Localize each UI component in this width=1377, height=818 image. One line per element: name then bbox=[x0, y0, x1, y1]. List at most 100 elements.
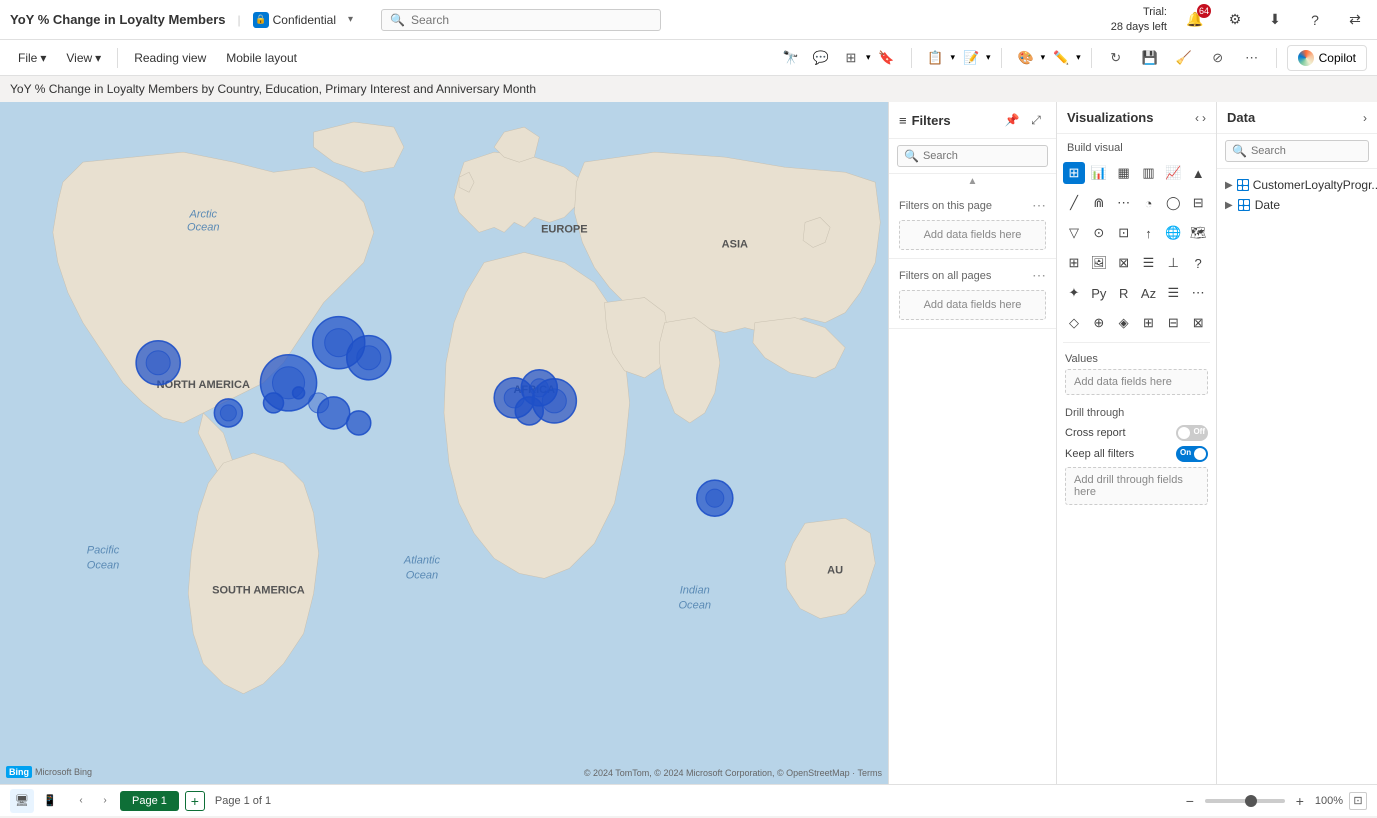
viz-icon-r[interactable]: R bbox=[1113, 282, 1135, 304]
eraser-btn[interactable]: 🧹 bbox=[1170, 44, 1198, 72]
format-dropdown[interactable]: ✏️▾ bbox=[1047, 44, 1081, 72]
viz-icon-area[interactable]: ▲ bbox=[1187, 162, 1209, 184]
viz-icon-map[interactable]: 🌐 bbox=[1162, 222, 1184, 244]
insert-dropdown[interactable]: ⊞▾ bbox=[837, 44, 871, 72]
viz-icon-bar[interactable]: 📊 bbox=[1088, 162, 1110, 184]
cross-report-toggle[interactable]: Off bbox=[1176, 425, 1208, 441]
paste-dropdown[interactable]: 📋▾ bbox=[922, 44, 956, 72]
viz-expand-right[interactable]: › bbox=[1202, 111, 1206, 125]
zoom-controls: − + 100% ⊡ bbox=[1181, 792, 1367, 810]
notification-btn[interactable]: 🔔 64 bbox=[1183, 8, 1207, 32]
viz-icon-qna[interactable]: ? bbox=[1187, 252, 1209, 274]
ribbon-right: 🔭 💬 ⊞▾ 🔖 📋▾ 📝▾ 🎨▾ ✏️▾ ↻ bbox=[777, 44, 1367, 72]
viz-icon-multirow[interactable]: ☰ bbox=[1138, 252, 1160, 274]
filter-search-box[interactable]: 🔍 bbox=[897, 145, 1048, 167]
data-item-customer[interactable]: ▶ CustomerLoyaltyProgr... bbox=[1217, 175, 1377, 195]
viz-icon-py[interactable]: Py bbox=[1088, 282, 1110, 304]
add-page-btn[interactable]: + bbox=[185, 791, 205, 811]
comment-btn[interactable]: 💬 bbox=[807, 44, 835, 72]
mobile-layout-btn[interactable]: Mobile layout bbox=[218, 47, 305, 69]
viz-icon-treemap[interactable]: ⊟ bbox=[1187, 192, 1209, 214]
viz-icon-ribbon[interactable]: ⋒ bbox=[1088, 192, 1110, 214]
viz-icon-decomp[interactable]: ⊥ bbox=[1162, 252, 1184, 274]
viz-icon-extra6[interactable]: ⊠ bbox=[1187, 312, 1209, 334]
reading-view-btn[interactable]: Reading view bbox=[126, 47, 214, 69]
title-search-box[interactable]: 🔍 bbox=[381, 9, 661, 31]
title-search-input[interactable] bbox=[411, 13, 652, 27]
filters-title: ≡ Filters bbox=[899, 113, 951, 128]
viz-icon-smart[interactable]: ✦ bbox=[1063, 282, 1085, 304]
viz-icon-more[interactable]: ⋯ bbox=[1187, 282, 1209, 304]
title-dropdown-arrow[interactable]: ▾ bbox=[348, 14, 353, 25]
zoom-slider[interactable] bbox=[1205, 799, 1285, 803]
viz-icon-card[interactable]: ⊡ bbox=[1113, 222, 1135, 244]
viz-icon-gauge[interactable]: ⊙ bbox=[1088, 222, 1110, 244]
bubble-na-sm4[interactable] bbox=[293, 387, 305, 399]
viz-icon-azure[interactable]: Az bbox=[1138, 282, 1160, 304]
copilot-btn[interactable]: Copilot bbox=[1287, 45, 1367, 71]
view-menu[interactable]: View ▾ bbox=[58, 47, 109, 69]
viz-icon-table2[interactable]: ⊠ bbox=[1113, 252, 1135, 274]
bookmark-btn[interactable]: 🔖 bbox=[873, 44, 901, 72]
binoculars-btn[interactable]: 🔭 bbox=[777, 44, 805, 72]
help-btn[interactable]: ? bbox=[1303, 8, 1327, 32]
data-item-date[interactable]: ▶ Date bbox=[1217, 195, 1377, 215]
viz-icon-extra1[interactable]: ◇ bbox=[1063, 312, 1085, 334]
viz-expand-left[interactable]: ‹ bbox=[1195, 111, 1199, 125]
theme-dropdown[interactable]: 🎨▾ bbox=[1012, 44, 1046, 72]
settings-btn[interactable]: ⚙ bbox=[1223, 8, 1247, 32]
file-menu[interactable]: File ▾ bbox=[10, 47, 54, 69]
zoom-slider-thumb[interactable] bbox=[1245, 795, 1257, 807]
viz-icon-funnel[interactable]: ▽ bbox=[1063, 222, 1085, 244]
viz-icon-matrix[interactable]: ⊞ bbox=[1063, 252, 1085, 274]
viz-icon-extra3[interactable]: ◈ bbox=[1113, 312, 1135, 334]
viz-icon-scatter[interactable]: ⋯ bbox=[1113, 192, 1135, 214]
more-btn[interactable]: ⋯ bbox=[1238, 44, 1266, 72]
bubble-eu4[interactable] bbox=[515, 397, 543, 425]
filter-btn[interactable]: ⊘ bbox=[1204, 44, 1232, 72]
prev-page-btn[interactable]: ‹ bbox=[72, 792, 90, 810]
viz-icon-100pct-bar[interactable]: ▥ bbox=[1138, 162, 1160, 184]
filter-pin-icon[interactable]: 📌 bbox=[1002, 110, 1022, 130]
viz-icon-paginated[interactable]: ☰ bbox=[1162, 282, 1184, 304]
map-container[interactable]: Pacific Ocean Atlantic Ocean Indian Ocea… bbox=[0, 102, 889, 784]
filter-collapse-arrow[interactable]: ▲ bbox=[889, 174, 1056, 189]
zoom-in-btn[interactable]: + bbox=[1291, 792, 1309, 810]
page-1-tab[interactable]: Page 1 bbox=[120, 791, 179, 811]
filter-search-input[interactable] bbox=[923, 150, 1041, 162]
data-expand-btn[interactable]: › bbox=[1363, 111, 1367, 125]
zoom-out-btn[interactable]: − bbox=[1181, 792, 1199, 810]
viz-icon-line[interactable]: 📈 bbox=[1162, 162, 1184, 184]
viz-icon-pie[interactable]: ◔ bbox=[1138, 192, 1160, 214]
fit-page-btn[interactable]: ⊡ bbox=[1349, 792, 1367, 810]
filters-all-menu[interactable]: ⋯ bbox=[1032, 267, 1046, 284]
viz-icon-table[interactable]: ⊞ bbox=[1063, 162, 1085, 184]
viz-icon-stacked-bar[interactable]: ▦ bbox=[1113, 162, 1135, 184]
data-search-input[interactable] bbox=[1251, 145, 1362, 157]
mobile-view-icon[interactable]: 📱 bbox=[38, 789, 62, 813]
filters-page-menu[interactable]: ⋯ bbox=[1032, 197, 1046, 214]
viz-icon-extra2[interactable]: ⊕ bbox=[1088, 312, 1110, 334]
keep-all-filters-toggle-on[interactable]: On bbox=[1176, 446, 1208, 462]
viz-icon-extra4[interactable]: ⊞ bbox=[1138, 312, 1160, 334]
bubble-na-sm1[interactable] bbox=[263, 393, 283, 413]
viz-icon-donut[interactable]: ◯ bbox=[1162, 192, 1184, 214]
viz-icon-line2[interactable]: ╱ bbox=[1063, 192, 1085, 214]
viz-icon-extra5[interactable]: ⊟ bbox=[1162, 312, 1184, 334]
next-page-btn[interactable]: › bbox=[96, 792, 114, 810]
data-search-box[interactable]: 🔍 bbox=[1225, 140, 1369, 162]
keep-all-filters-toggle[interactable]: On bbox=[1176, 446, 1208, 462]
refresh-btn[interactable]: ↻ bbox=[1102, 44, 1130, 72]
share-btn[interactable]: ⇄ bbox=[1343, 8, 1367, 32]
save-btn[interactable]: 💾 bbox=[1136, 44, 1164, 72]
viz-icon-kpi[interactable]: ↑ bbox=[1138, 222, 1160, 244]
insert-text-dropdown[interactable]: 📝▾ bbox=[957, 44, 991, 72]
desktop-view-icon[interactable]: 🖥 bbox=[10, 789, 34, 813]
viz-icon-image[interactable]: 🖼 bbox=[1088, 252, 1110, 274]
viz-icon-choropleth[interactable]: 🗺 bbox=[1187, 222, 1209, 244]
bubble-na-sm3[interactable] bbox=[347, 411, 371, 435]
filter-expand-icon[interactable]: ⤢ bbox=[1026, 110, 1046, 130]
ribbon-icon-group-2: 📋▾ 📝▾ bbox=[922, 44, 991, 72]
download-btn[interactable]: ⬇ bbox=[1263, 8, 1287, 32]
cross-report-toggle-off[interactable]: Off bbox=[1176, 425, 1208, 441]
